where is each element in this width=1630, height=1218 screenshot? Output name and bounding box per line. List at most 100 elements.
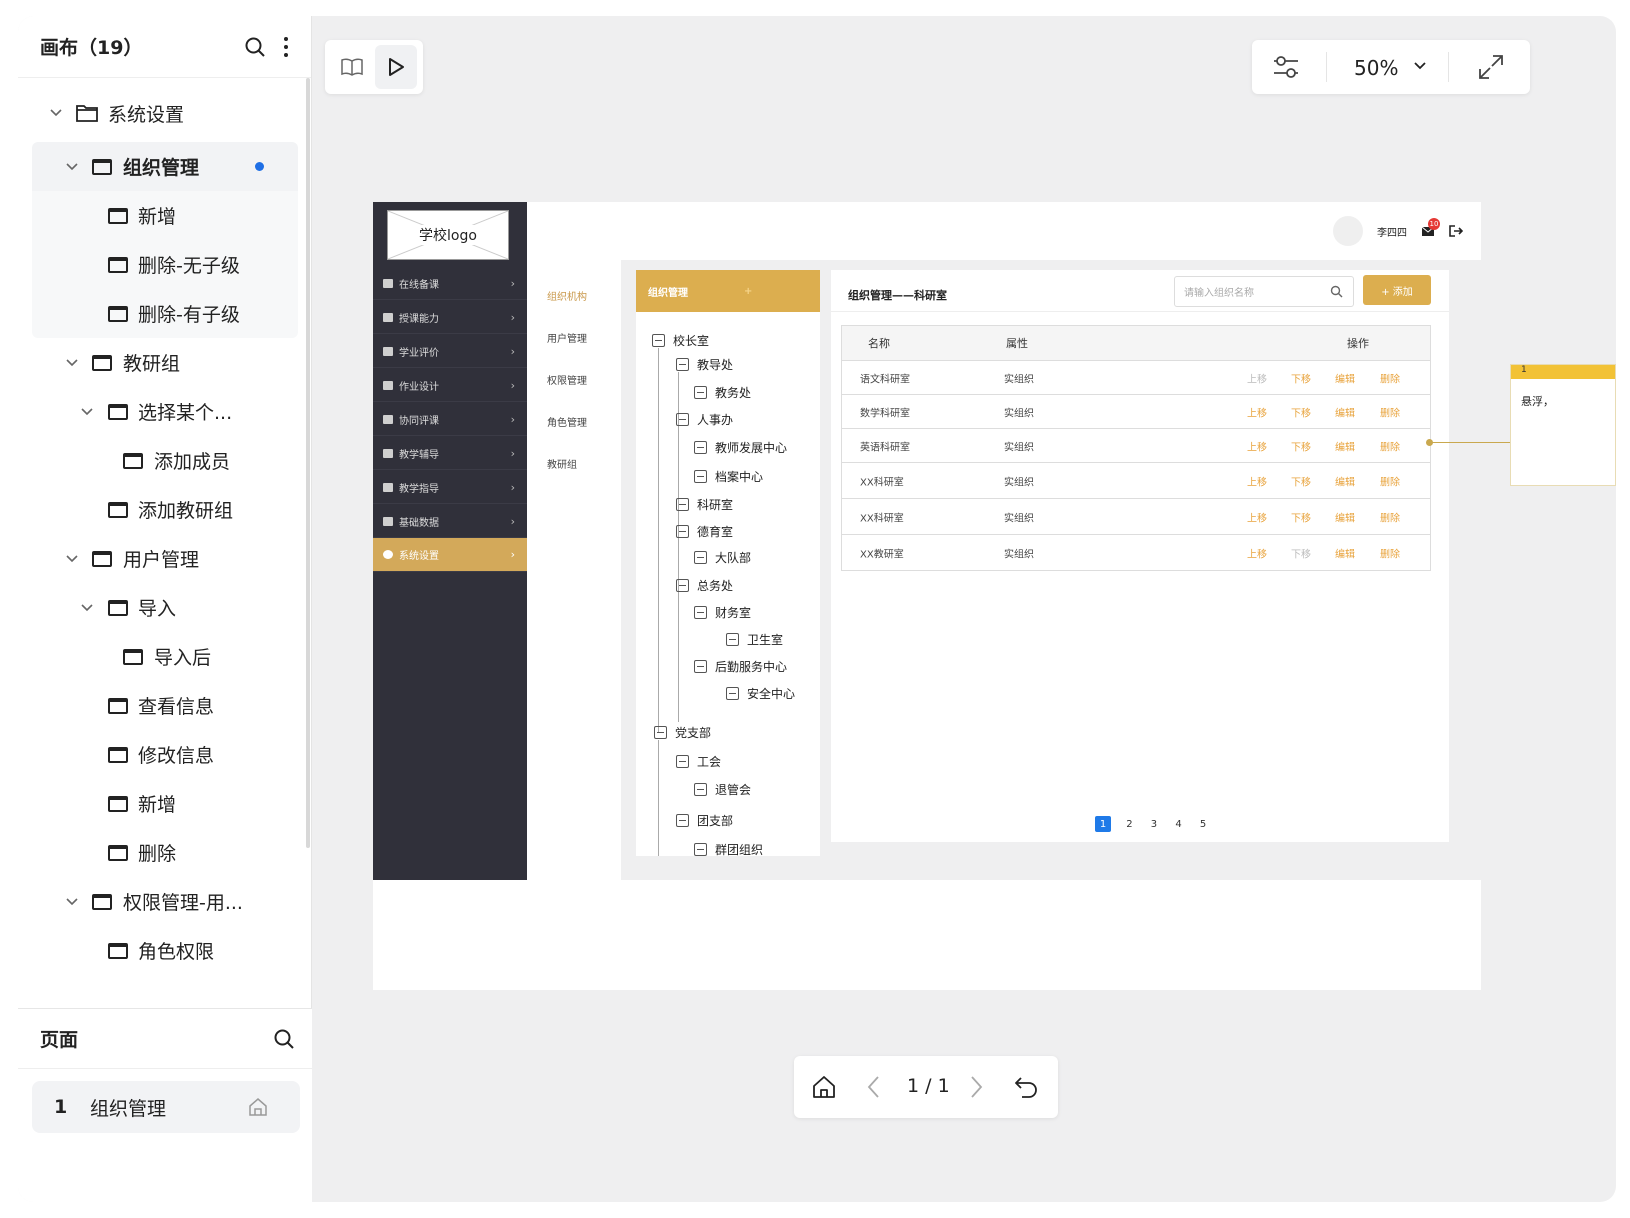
tree-node[interactable]: 总务处 xyxy=(676,577,733,594)
subnav-item[interactable]: 教研组 xyxy=(547,456,577,471)
tree-node[interactable]: 档案中心 xyxy=(694,468,763,485)
annotation-note[interactable]: 1 悬浮， xyxy=(1510,364,1616,486)
delete-link[interactable]: 删除 xyxy=(1380,509,1400,524)
undo-icon[interactable] xyxy=(1014,1075,1038,1099)
tree-item-selected[interactable]: 组织管理 xyxy=(32,142,298,191)
move-down-link[interactable]: 下移 xyxy=(1291,509,1311,524)
tree-item[interactable]: 导入 xyxy=(18,583,312,632)
tree-item[interactable]: 导入后 xyxy=(18,632,312,681)
subnav-item-active[interactable]: 组织机构 xyxy=(547,288,587,303)
tree-node[interactable]: 退管会 xyxy=(694,781,751,798)
delete-link[interactable]: 删除 xyxy=(1380,370,1400,385)
home-icon[interactable] xyxy=(248,1097,268,1117)
move-down-link[interactable]: 下移 xyxy=(1291,370,1311,385)
collapse-icon[interactable] xyxy=(654,726,667,739)
edit-link[interactable]: 编辑 xyxy=(1335,545,1355,560)
edit-link[interactable]: 编辑 xyxy=(1335,473,1355,488)
home-icon[interactable] xyxy=(812,1075,836,1099)
collapse-icon[interactable] xyxy=(676,525,689,538)
move-down-link[interactable]: 下移 xyxy=(1291,438,1311,453)
collapse-icon[interactable] xyxy=(694,660,707,673)
collapse-icon[interactable] xyxy=(676,413,689,426)
chevron-down-icon[interactable] xyxy=(65,895,79,909)
collapse-icon[interactable] xyxy=(676,579,689,592)
tree-node[interactable]: 大队部 xyxy=(694,549,751,566)
menu-item[interactable]: 基础数据 › xyxy=(373,506,527,538)
tree-node[interactable]: 工会 xyxy=(676,753,721,770)
chevron-right-icon[interactable] xyxy=(968,1075,984,1099)
tree-node[interactable]: 德育室 xyxy=(676,523,733,540)
move-up-link[interactable]: 上移 xyxy=(1247,404,1267,419)
tree-node[interactable]: 群团组织 xyxy=(694,841,763,856)
subnav-item[interactable]: 权限管理 xyxy=(547,372,587,387)
collapse-icon[interactable] xyxy=(694,441,707,454)
tree-node[interactable]: 科研室 xyxy=(676,496,733,513)
avatar[interactable] xyxy=(1333,216,1363,246)
chevron-down-icon[interactable] xyxy=(65,552,79,566)
delete-link[interactable]: 删除 xyxy=(1380,404,1400,419)
tree-node[interactable]: 后勤服务中心 xyxy=(694,658,787,675)
tree-item[interactable]: 添加成员 xyxy=(18,436,312,485)
tree-scrollbar[interactable] xyxy=(306,78,310,848)
page-button[interactable]: 2 xyxy=(1126,819,1132,830)
delete-link[interactable]: 删除 xyxy=(1380,473,1400,488)
collapse-icon[interactable] xyxy=(694,606,707,619)
search-icon[interactable] xyxy=(243,35,267,59)
edit-link[interactable]: 编辑 xyxy=(1335,370,1355,385)
edit-link[interactable]: 编辑 xyxy=(1335,509,1355,524)
collapse-icon[interactable] xyxy=(694,843,707,856)
table-row[interactable]: XX教研室 实组织 上移 下移 编辑 删除 xyxy=(842,535,1430,570)
move-up-link[interactable]: 上移 xyxy=(1247,438,1267,453)
more-vertical-icon[interactable] xyxy=(281,36,291,58)
tree-node[interactable]: 卫生室 xyxy=(726,631,783,648)
menu-item[interactable]: 学业评价 › xyxy=(373,336,527,368)
delete-link[interactable]: 删除 xyxy=(1380,438,1400,453)
collapse-icon[interactable] xyxy=(694,386,707,399)
menu-item[interactable]: 作业设计 › xyxy=(373,370,527,402)
chevron-down-icon[interactable] xyxy=(49,106,63,120)
tree-item[interactable]: 删除-无子级 xyxy=(32,240,298,289)
tree-node[interactable]: 校长室 xyxy=(652,332,709,349)
tree-item[interactable]: 查看信息 xyxy=(18,681,312,730)
table-row[interactable]: XX科研室 实组织 上移 下移 编辑 删除 xyxy=(842,499,1430,535)
page-button[interactable]: 5 xyxy=(1200,819,1206,830)
move-up-link[interactable]: 上移 xyxy=(1247,473,1267,488)
tree-node[interactable]: 党支部 xyxy=(654,724,711,741)
prototype-canvas[interactable]: 学校logo 在线备课 › 授课能力 › 学业评价 › 作业设计 › 协同评课 › 教学辅… xyxy=(373,202,1481,990)
menu-item[interactable]: 在线备课 › xyxy=(373,268,527,300)
menu-item[interactable]: 协同评课 › xyxy=(373,404,527,436)
collapse-icon[interactable] xyxy=(726,687,739,700)
collapse-icon[interactable] xyxy=(676,358,689,371)
tree-item[interactable]: 新增 xyxy=(32,191,298,240)
tree-item[interactable]: 选择某个... xyxy=(18,387,312,436)
table-row[interactable]: XX科研室 实组织 上移 下移 编辑 删除 xyxy=(842,463,1430,499)
edit-link[interactable]: 编辑 xyxy=(1335,438,1355,453)
collapse-icon[interactable] xyxy=(726,633,739,646)
tree-item[interactable]: 用户管理 xyxy=(18,534,312,583)
page-button[interactable]: 4 xyxy=(1175,819,1181,830)
table-row[interactable]: 数学科研室 实组织 上移 下移 编辑 删除 xyxy=(842,395,1430,429)
org-search-input[interactable]: 请输入组织名称 xyxy=(1174,276,1354,307)
book-icon[interactable] xyxy=(341,57,363,77)
table-row[interactable]: 英语科研室 实组织 上移 下移 编辑 删除 xyxy=(842,429,1430,463)
tree-node[interactable]: 教务处 xyxy=(694,384,751,401)
search-icon[interactable] xyxy=(272,1027,296,1051)
page-button[interactable]: 3 xyxy=(1151,819,1157,830)
tree-node[interactable]: 教师发展中心 xyxy=(694,439,787,456)
tree-item[interactable]: 添加教研组 xyxy=(18,485,312,534)
collapse-icon[interactable] xyxy=(694,783,707,796)
menu-item[interactable]: 教学辅导 › xyxy=(373,438,527,470)
move-down-link[interactable]: 下移 xyxy=(1291,404,1311,419)
chevron-down-icon[interactable] xyxy=(65,356,79,370)
table-row[interactable]: 语文科研室 实组织 上移 下移 编辑 删除 xyxy=(842,361,1430,395)
tree-item[interactable]: 修改信息 xyxy=(18,730,312,779)
tree-node[interactable]: 安全中心 xyxy=(726,685,795,702)
subnav-item[interactable]: 角色管理 xyxy=(547,414,587,429)
preview-button[interactable] xyxy=(375,45,417,89)
collapse-icon[interactable] xyxy=(676,498,689,511)
tree-item[interactable]: 新增 xyxy=(18,779,312,828)
mail-icon[interactable]: 10 xyxy=(1421,218,1440,237)
logout-icon[interactable] xyxy=(1449,225,1463,237)
tree-item[interactable]: 删除-有子级 xyxy=(32,289,298,338)
chevron-left-icon[interactable] xyxy=(866,1075,882,1099)
